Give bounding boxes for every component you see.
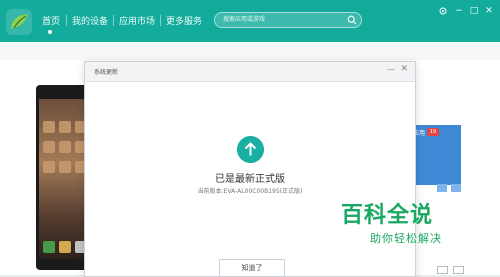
search-input[interactable]: 搜索应用或游戏 <box>223 14 265 23</box>
phone-app-icon <box>59 141 71 153</box>
phone-app-icon <box>43 121 55 133</box>
phone-app-icon <box>43 161 55 173</box>
phone-app-icon <box>43 141 55 153</box>
nav-app-market[interactable]: 应用市场 <box>119 14 155 27</box>
update-status: 已是最新正式版 <box>215 174 285 185</box>
phone-app-icon <box>43 241 55 253</box>
dialog-title: 系统更新 <box>94 69 119 76</box>
app-logo-icon[interactable] <box>6 9 32 35</box>
app-header: 首页 我的设备 应用市场 更多服务 搜索应用或游戏 − □ ✕ <box>0 0 500 42</box>
dialog-header: 系统更新 — ✕ <box>85 62 415 82</box>
watermark-tagline: 助你轻松解决 <box>370 232 442 245</box>
dialog-minimize-icon[interactable]: — <box>387 65 395 74</box>
phone-app-icon <box>59 121 71 133</box>
maximize-icon[interactable]: □ <box>468 5 480 17</box>
footer-icon[interactable] <box>453 266 464 274</box>
phone-app-icon <box>59 161 71 173</box>
card-tile-icon <box>451 184 461 192</box>
minimize-icon[interactable]: − <box>453 5 465 17</box>
nav-more-services[interactable]: 更多服务 <box>166 14 202 27</box>
close-icon[interactable]: ✕ <box>483 5 495 17</box>
search-icon[interactable] <box>347 15 357 25</box>
ok-button[interactable]: 知道了 <box>219 259 285 277</box>
nav-divider <box>113 15 114 26</box>
nav-divider <box>66 15 67 26</box>
watermark-logo: 百科全说 <box>341 203 434 228</box>
settings-icon[interactable] <box>437 5 449 17</box>
system-update-dialog: 系统更新 — ✕ 已是最新正式版 当前版本:EVA-AL00C00B195(正式… <box>84 61 416 277</box>
phone-app-icon <box>59 241 71 253</box>
nav-home[interactable]: 首页 <box>42 14 60 27</box>
arrow-up-icon <box>237 136 264 163</box>
nav-divider <box>160 15 161 26</box>
search-box[interactable]: 搜索应用或游戏 <box>214 12 362 28</box>
nav-my-devices[interactable]: 我的设备 <box>72 14 108 27</box>
current-version: 当前版本:EVA-AL00C00B195(正式版) <box>197 188 303 195</box>
footer-icon[interactable] <box>437 266 448 274</box>
notification-badge: 19 <box>427 128 439 136</box>
dialog-close-icon[interactable]: ✕ <box>400 64 408 74</box>
active-nav-indicator <box>48 30 52 34</box>
card-tile-icon <box>437 184 447 192</box>
